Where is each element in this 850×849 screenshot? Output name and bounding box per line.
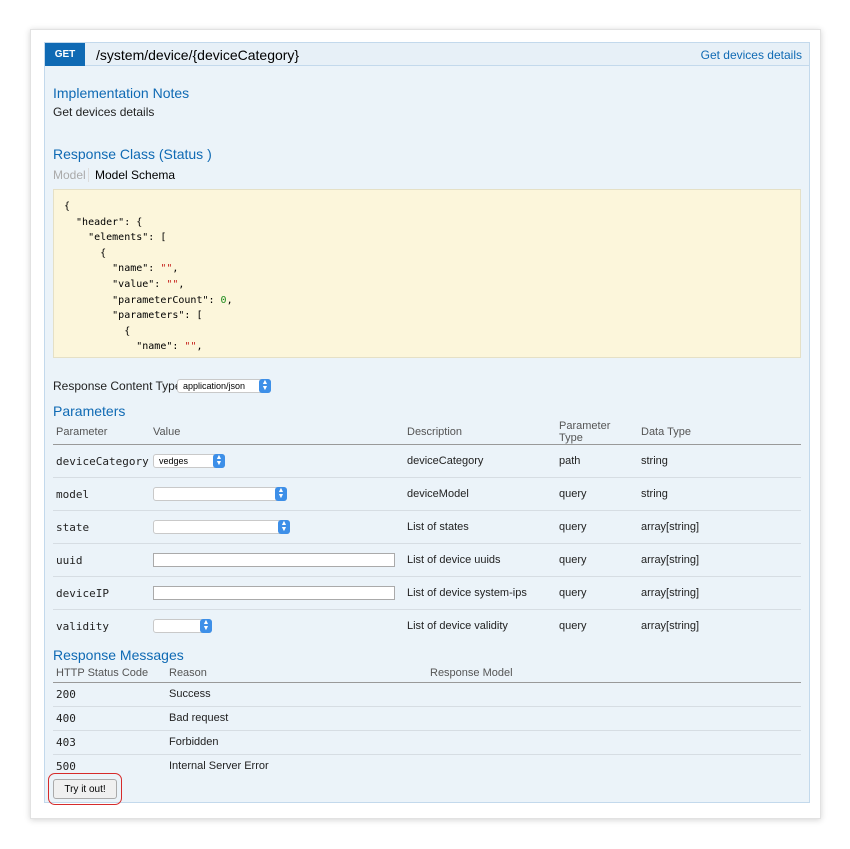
response-model: [427, 754, 801, 778]
param-description: deviceCategory: [404, 444, 556, 478]
param-data-type: array[string]: [638, 510, 801, 544]
col-header-parameter: Parameter: [53, 420, 150, 445]
param-data-type: string: [638, 444, 801, 478]
response-header-row: HTTP Status Code Reason Response Model: [53, 664, 801, 683]
parameters-header-row: Parameter Value Description Parameter Ty…: [53, 420, 801, 445]
col-header-data-type: Data Type: [638, 420, 801, 445]
col-header-status-code: HTTP Status Code: [53, 664, 166, 683]
response-class-heading: Response Class (Status ): [53, 146, 212, 162]
swagger-frame: GET /system/device/{deviceCategory} Get …: [30, 29, 821, 819]
operation-panel: GET /system/device/{deviceCategory} Get …: [44, 42, 810, 805]
select-stepper-icon: ▲ ▼: [259, 379, 271, 393]
param-row-uuid: uuid List of device uuids query array[st…: [53, 543, 801, 577]
deviceip-input[interactable]: [153, 586, 395, 600]
status-reason: Bad request: [166, 706, 427, 731]
model-schema-tab[interactable]: Model Schema: [95, 168, 175, 182]
param-row-model: model ▲ ▼ deviceModel query string: [53, 477, 801, 511]
param-row-devicecategory: deviceCategory vedges ▲ ▼ deviceCategory …: [53, 444, 801, 478]
param-row-state: state ▲ ▼ List of states query array[stri…: [53, 510, 801, 544]
col-header-value: Value: [150, 420, 404, 445]
response-content-type-label: Response Content Type: [53, 379, 182, 393]
param-type: query: [556, 576, 638, 610]
response-messages-table: HTTP Status Code Reason Response Model 2…: [53, 664, 801, 778]
param-data-type: array[string]: [641, 620, 700, 633]
devicecategory-select[interactable]: vedges ▲ ▼: [153, 454, 225, 468]
select-stepper-icon: ▲ ▼: [278, 520, 290, 534]
col-header-description: Description: [404, 420, 556, 445]
parameters-heading: Parameters: [53, 403, 126, 419]
parameters-table: Parameter Value Description Parameter Ty…: [53, 420, 801, 643]
param-name: model: [53, 477, 150, 511]
response-messages-heading: Response Messages: [53, 647, 184, 663]
param-name: deviceCategory: [53, 444, 150, 478]
param-data-type: array[string]: [638, 543, 801, 577]
response-model: [427, 730, 801, 755]
response-model: [427, 682, 801, 707]
model-schema-snippet[interactable]: { "header": { "elements": [ { "name": ""…: [53, 189, 801, 358]
status-reason: Internal Server Error: [169, 760, 269, 773]
param-type: path: [556, 444, 638, 478]
col-header-parameter-type: Parameter Type: [556, 420, 638, 445]
param-data-type: string: [638, 477, 801, 511]
param-value-cell: [150, 543, 404, 577]
param-description: List of device validity: [407, 620, 508, 633]
param-type: query: [556, 543, 638, 577]
implementation-notes-text: Get devices details: [53, 105, 155, 119]
tab-divider: [88, 168, 89, 182]
operation-heading[interactable]: GET /system/device/{deviceCategory} Get …: [45, 43, 809, 66]
select-stepper-icon: ▲ ▼: [213, 454, 225, 468]
param-value-cell: ▲ ▼: [150, 510, 404, 544]
try-it-out-button[interactable]: Try it out!: [53, 779, 117, 799]
col-header-response-model: Response Model: [427, 664, 801, 683]
validity-select[interactable]: ▲ ▼: [153, 619, 212, 633]
model-tab[interactable]: Model: [53, 168, 86, 182]
param-description: List of states: [404, 510, 556, 544]
implementation-notes-heading: Implementation Notes: [53, 85, 190, 101]
param-value-cell: vedges ▲ ▼: [150, 444, 404, 478]
param-row-validity: validity ▲ ▼ List of device validity quer…: [53, 610, 801, 643]
devicecategory-value: vedges: [159, 456, 189, 466]
status-code: 403: [53, 730, 166, 755]
response-row-400: 400 Bad request: [53, 706, 801, 731]
param-name: uuid: [53, 543, 150, 577]
status-code: 400: [53, 706, 166, 731]
response-model: [427, 706, 801, 731]
param-type: query: [556, 477, 638, 511]
param-value-cell: ▲ ▼: [150, 610, 404, 643]
response-row-403: 403 Forbidden: [53, 730, 801, 755]
operation-summary-link[interactable]: Get devices details: [701, 48, 802, 62]
param-type: query: [556, 510, 638, 544]
endpoint-path[interactable]: /system/device/{deviceCategory}: [96, 47, 299, 63]
status-reason: Success: [166, 682, 427, 707]
select-stepper-icon: ▲ ▼: [275, 487, 287, 501]
uuid-input[interactable]: [153, 553, 395, 567]
param-row-deviceip: deviceIP List of device system-ips query…: [53, 576, 801, 610]
col-header-reason: Reason: [166, 664, 427, 683]
param-value-cell: [150, 576, 404, 610]
param-description: List of device system-ips: [404, 576, 556, 610]
param-type: query: [559, 620, 587, 633]
model-select[interactable]: ▲ ▼: [153, 487, 287, 501]
response-row-200: 200 Success: [53, 682, 801, 707]
param-name: state: [53, 510, 150, 544]
param-description: List of device uuids: [404, 543, 556, 577]
param-value-cell: ▲ ▼: [150, 477, 404, 511]
state-select[interactable]: ▲ ▼: [153, 520, 290, 534]
select-stepper-icon: ▲ ▼: [200, 619, 212, 633]
param-name: validity: [56, 619, 109, 633]
status-code: 200: [53, 682, 166, 707]
param-data-type: array[string]: [638, 576, 801, 610]
response-content-type-select[interactable]: application/json ▲ ▼: [177, 379, 271, 393]
response-row-500: 500 Internal Server Error: [53, 754, 801, 778]
status-reason: Forbidden: [166, 730, 427, 755]
response-content-type-value: application/json: [183, 381, 246, 391]
param-description: deviceModel: [404, 477, 556, 511]
http-method-badge: GET: [45, 43, 85, 66]
param-name: deviceIP: [53, 576, 150, 610]
